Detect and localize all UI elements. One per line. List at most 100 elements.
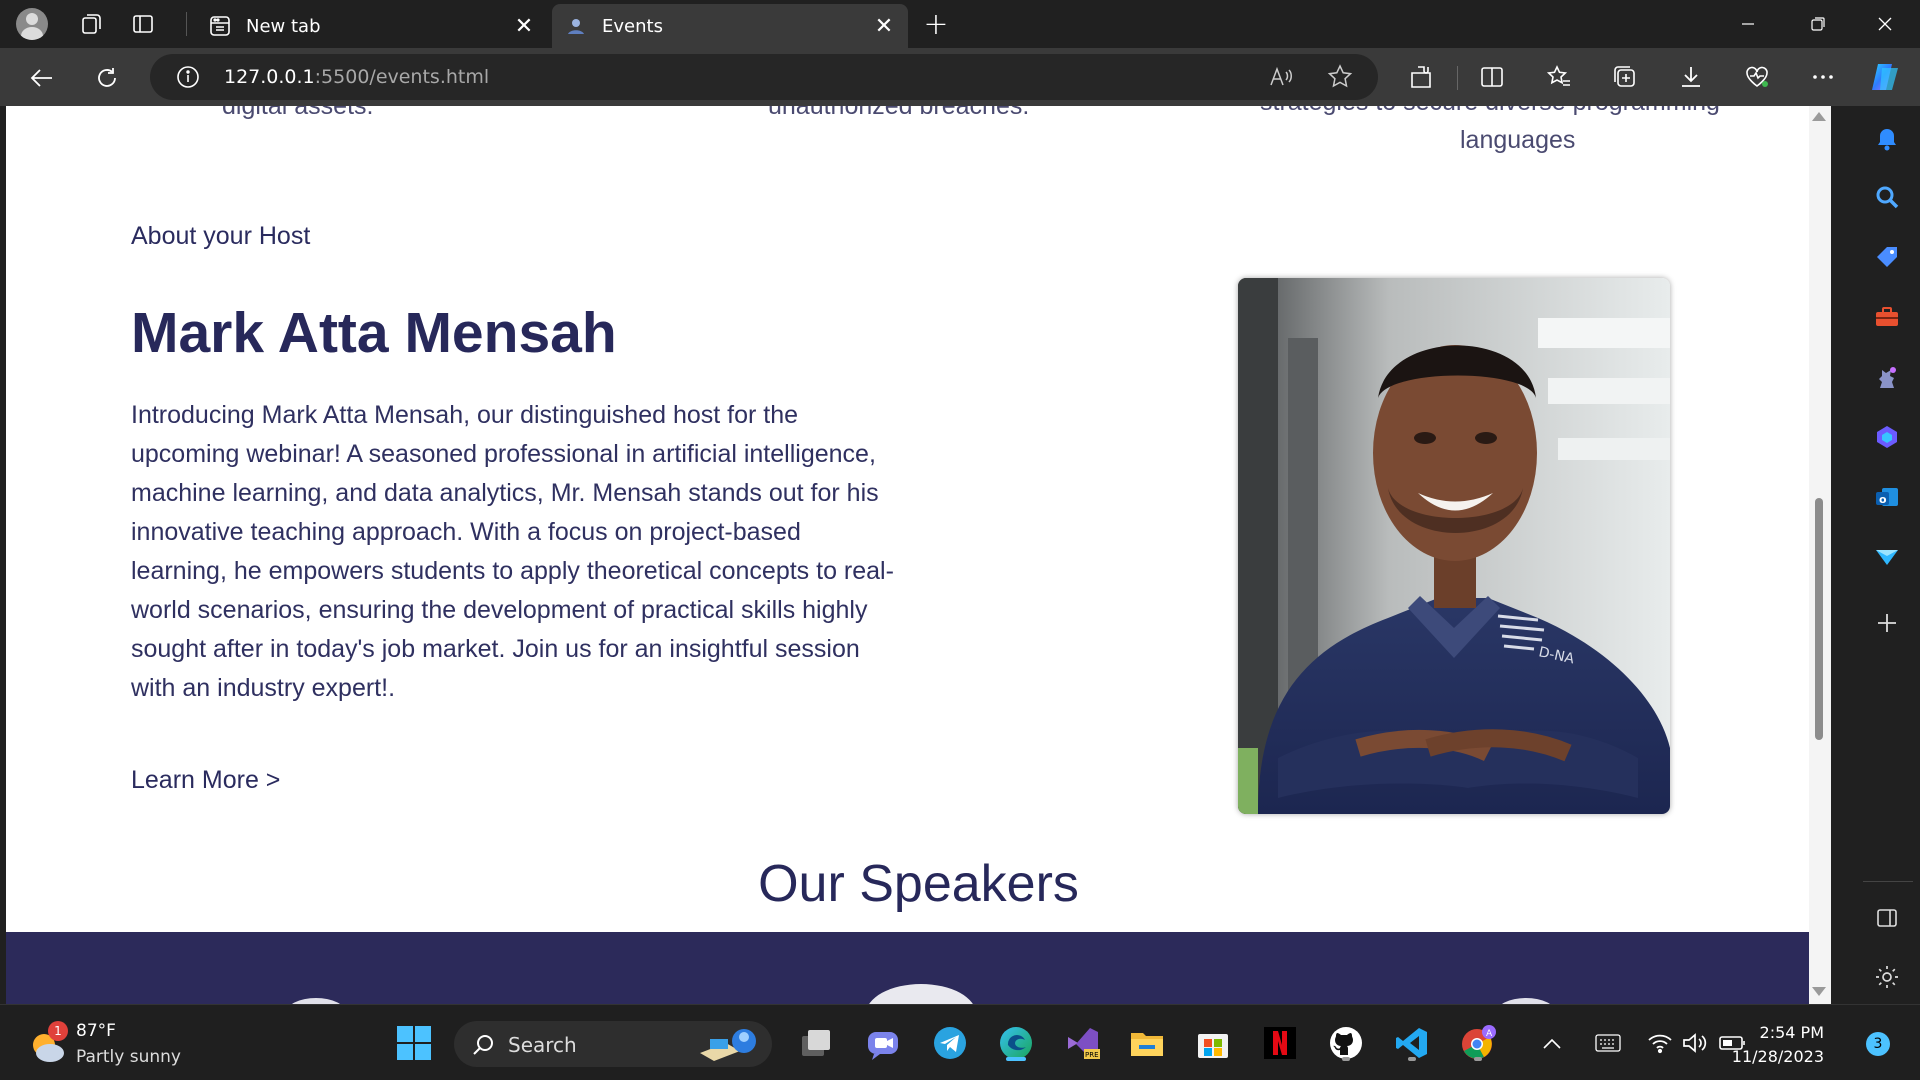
vscode-icon[interactable] — [1390, 1021, 1434, 1065]
refresh-icon[interactable] — [89, 60, 125, 96]
browser-essentials-icon[interactable] — [1738, 58, 1776, 96]
tools-briefcase-icon[interactable] — [1870, 300, 1904, 334]
tab-actions-icon[interactable] — [127, 8, 159, 40]
sidebar-settings-gear-icon[interactable] — [1870, 960, 1904, 994]
netflix-icon[interactable] — [1258, 1021, 1302, 1065]
tab-title: Events — [602, 15, 663, 37]
chrome-icon[interactable]: A — [1456, 1021, 1500, 1065]
split-screen-icon[interactable] — [1473, 58, 1511, 96]
address-bar[interactable]: 127.0.0.1:5500/events.html — [150, 54, 1378, 100]
web-page: digital assets. unauthorized breaches. s… — [6, 106, 1831, 1004]
running-app-indicator — [1342, 1057, 1350, 1061]
more-options-icon[interactable] — [1804, 58, 1842, 96]
clock-time[interactable]: 2:54 PM — [1760, 1023, 1824, 1042]
extensions-icon[interactable] — [1402, 58, 1440, 96]
tab-events[interactable]: Events ✕ — [552, 4, 908, 48]
telegram-icon[interactable] — [928, 1021, 972, 1065]
prev-card-text-1: digital assets. — [222, 106, 374, 120]
windows-start-icon[interactable] — [392, 1021, 436, 1065]
search-label: Search — [508, 1033, 577, 1057]
visual-studio-preview-icon[interactable]: PRE — [1060, 1021, 1104, 1065]
show-hidden-icons-chevron-icon[interactable] — [1532, 1021, 1572, 1065]
new-tab-page-icon — [208, 14, 232, 38]
learn-more-link[interactable]: Learn More > — [131, 766, 280, 795]
new-tab-button[interactable]: + — [918, 7, 954, 42]
sidebar-divider — [1863, 881, 1913, 882]
minimize-icon[interactable] — [1713, 0, 1783, 48]
weather-partly-sunny-icon[interactable]: 1 — [26, 1021, 68, 1065]
microsoft-365-icon[interactable] — [1870, 420, 1904, 454]
running-app-indicator — [1408, 1057, 1416, 1061]
wifi-icon[interactable] — [1640, 1021, 1680, 1065]
url-path: :5500/events.html — [314, 66, 490, 88]
weather-temperature[interactable]: 87°F — [76, 1021, 116, 1041]
hide-sidebar-icon[interactable] — [1870, 901, 1904, 935]
keyboard-icon[interactable] — [1588, 1021, 1628, 1065]
microsoft-store-icon[interactable] — [1191, 1021, 1235, 1065]
events-favicon-icon — [564, 14, 588, 38]
speakers-section-band — [6, 932, 1831, 1004]
games-icon[interactable] — [1870, 360, 1904, 394]
scroll-up-arrow-icon[interactable] — [1812, 112, 1826, 121]
volume-icon[interactable] — [1676, 1021, 1716, 1065]
favorite-star-icon[interactable] — [1321, 58, 1359, 96]
tab-new-tab[interactable]: New tab ✕ — [196, 4, 548, 48]
drop-send-icon[interactable] — [1870, 540, 1904, 574]
running-app-indicator — [1474, 1057, 1482, 1061]
edge-browser-icon[interactable] — [994, 1021, 1038, 1065]
browser-toolbar: 127.0.0.1:5500/events.html — [0, 48, 1920, 106]
about-host-label: About your Host — [131, 222, 311, 250]
weather-description[interactable]: Partly sunny — [76, 1047, 181, 1067]
prev-card-text-3a: strategies to secure diverse programming — [1260, 106, 1720, 117]
active-app-indicator — [1006, 1057, 1026, 1061]
prev-card-text-3b: languages — [1460, 126, 1576, 154]
github-desktop-icon[interactable] — [1324, 1021, 1368, 1065]
restore-icon[interactable] — [1783, 0, 1853, 48]
teams-chat-icon[interactable] — [861, 1021, 905, 1065]
file-explorer-icon[interactable] — [1125, 1021, 1169, 1065]
workspaces-icon[interactable] — [76, 8, 108, 40]
downloads-icon[interactable] — [1672, 58, 1710, 96]
host-name-heading: Mark Atta Mensah — [131, 301, 617, 365]
back-arrow-icon[interactable] — [24, 60, 60, 96]
speaker-avatar-partial — [866, 984, 976, 1004]
add-sidebar-app-icon[interactable] — [1870, 606, 1904, 640]
browser-titlebar: New tab ✕ Events ✕ + — [0, 0, 1920, 48]
host-bio-paragraph: Introducing Mark Atta Mensah, our distin… — [131, 401, 894, 702]
url-text: 127.0.0.1:5500/events.html — [224, 66, 489, 88]
outlook-icon[interactable]: o — [1870, 480, 1904, 514]
scroll-thumb[interactable] — [1815, 498, 1823, 740]
shopping-tag-icon[interactable] — [1870, 240, 1904, 274]
tab-divider — [186, 12, 187, 36]
favorites-icon[interactable] — [1540, 58, 1578, 96]
url-host: 127.0.0.1 — [224, 66, 315, 88]
windows-taskbar: 1 87°F Partly sunny Search PRE A 2:54 PM… — [0, 1004, 1920, 1080]
profile-avatar[interactable] — [16, 8, 48, 40]
copilot-icon[interactable] — [1866, 58, 1904, 96]
host-photo: D-NA — [1238, 278, 1670, 814]
weather-badge: 1 — [48, 1021, 68, 1041]
svg-text:o: o — [1879, 493, 1887, 506]
notifications-bell-icon[interactable] — [1870, 122, 1904, 156]
prev-card-text-2: unauthorized breaches. — [768, 106, 1030, 120]
search-icon[interactable] — [1870, 180, 1904, 214]
notification-count-badge[interactable]: 3 — [1866, 1032, 1890, 1056]
svg-text:PRE: PRE — [1085, 1051, 1099, 1059]
close-window-icon[interactable] — [1850, 0, 1920, 48]
page-scrollbar[interactable] — [1809, 106, 1831, 1004]
close-tab-icon[interactable]: ✕ — [510, 12, 538, 40]
taskbar-search[interactable]: Search — [454, 1021, 772, 1067]
toolbar-divider — [1457, 66, 1458, 90]
search-highlight-art-icon — [694, 1025, 764, 1063]
site-info-icon[interactable] — [176, 65, 200, 89]
search-icon — [472, 1033, 496, 1061]
task-view-icon[interactable] — [795, 1021, 839, 1065]
tab-title: New tab — [246, 15, 321, 37]
svg-text:A: A — [1486, 1029, 1493, 1039]
close-tab-icon[interactable]: ✕ — [870, 12, 898, 40]
clock-date[interactable]: 11/28/2023 — [1732, 1047, 1824, 1066]
edge-sidebar: o — [1855, 106, 1920, 1004]
read-aloud-icon[interactable] — [1262, 58, 1300, 96]
collections-icon[interactable] — [1606, 58, 1644, 96]
scroll-down-arrow-icon[interactable] — [1812, 987, 1826, 996]
